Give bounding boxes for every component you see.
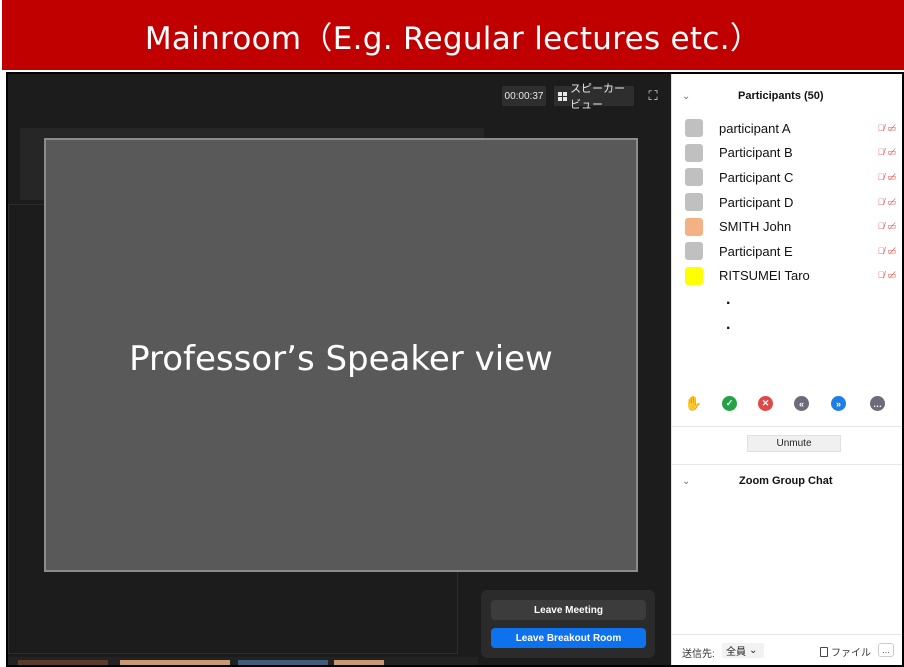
fullscreen-icon: ⛶ [648,88,658,103]
participant-row[interactable]: Participant E 🎙̸▭̸ [672,239,902,264]
chevron-down-icon[interactable]: ⌄ [682,91,690,102]
chevron-down-icon[interactable]: ⌄ [682,476,690,487]
participant-row[interactable]: Participant D 🎙̸▭̸ [672,190,902,215]
zoom-window: 00:00:37 スピーカービュー ⛶ Professor’s Speaker … [6,72,904,667]
chat-more-button[interactable]: ... [878,643,894,657]
muted-video-off-icon: 🎙̸▭̸ [877,221,899,232]
more-icon[interactable]: … [870,396,885,411]
divider [672,464,902,465]
ellipsis-row: . [672,313,902,338]
side-panel: ⌄ Participants (50) participant A 🎙̸▭̸ P… [671,74,902,665]
speaker-view-video: Professor’s Speaker view [44,138,638,572]
participant-name: RITSUMEI Taro [719,268,810,284]
leave-menu: Leave Meeting Leave Breakout Room [481,590,655,658]
unmute-button[interactable]: Unmute [747,435,841,452]
send-to-label: 送信先: [682,649,715,660]
speaker-view-icon [558,91,567,101]
participant-name: Participant C [719,169,794,185]
muted-video-off-icon: 🎙̸▭̸ [877,245,899,256]
avatar [685,217,703,236]
muted-video-off-icon: 🎙̸▭̸ [877,270,899,281]
meeting-timer: 00:00:37 [502,86,546,106]
avatar [685,266,703,285]
ellipsis-dot: . [726,316,731,334]
yes-icon[interactable]: ✓ [722,396,737,411]
participant-row[interactable]: Participant B 🎙̸▭̸ [672,141,902,166]
avatar [685,168,703,187]
participant-row[interactable]: RITSUMEI Taro 🎙̸▭̸ [672,264,902,289]
participants-list: participant A 🎙̸▭̸ Participant B 🎙̸▭̸ Pa… [672,116,902,338]
recipient-select[interactable]: 全員 ⌄ [722,643,764,658]
speaker-view-button[interactable]: スピーカービュー [554,83,634,111]
ellipsis-row: . [672,288,902,313]
participants-header: ⌄ Participants (50) [672,86,902,106]
thumbnail-strip [8,657,478,665]
divider [672,426,902,427]
raise-hand-icon[interactable]: ✋ [685,395,702,411]
chat-title: Zoom Group Chat [739,475,833,487]
participant-name: SMITH John [719,219,792,235]
muted-video-off-icon: 🎙̸▭̸ [877,147,899,158]
slide-title-banner: Mainroom（E.g. Regular lectures etc.） [2,0,904,70]
file-icon [820,646,828,657]
avatar [685,193,703,212]
leave-breakout-room-button[interactable]: Leave Breakout Room [491,628,646,648]
avatar [685,119,703,138]
speaker-view-label-text: Professor’s Speaker view [129,339,553,379]
chevron-down-icon: ⌄ [749,645,758,656]
participant-row[interactable]: participant A 🎙̸▭̸ [672,116,902,141]
speaker-view-label: スピーカービュー [570,83,625,111]
participant-name: Participant B [719,145,793,161]
video-area: 00:00:37 スピーカービュー ⛶ Professor’s Speaker … [8,74,671,665]
avatar [685,242,703,261]
file-button[interactable]: ファイル [820,644,871,659]
participant-row[interactable]: Participant C 🎙̸▭̸ [672,165,902,190]
chat-footer: 送信先: 全員 ⌄ ファイル ... [672,634,902,665]
avatar [685,143,703,162]
go-faster-icon[interactable]: » [831,396,846,411]
ellipsis-dot: . [726,291,731,309]
no-icon[interactable]: ✕ [758,396,773,411]
participant-name: Participant E [719,243,793,259]
participant-name: participant A [719,120,791,136]
timer-text: 00:00:37 [504,90,544,102]
participant-row[interactable]: SMITH John 🎙̸▭̸ [672,214,902,239]
reactions-bar: ✋ ✓ ✕ « » … [672,395,902,416]
slide-title: Mainroom（E.g. Regular lectures etc.） [144,20,762,57]
muted-video-off-icon: 🎙̸▭̸ [877,122,899,133]
leave-meeting-button[interactable]: Leave Meeting [491,600,646,620]
fullscreen-button[interactable]: ⛶ [646,86,660,106]
go-slower-icon[interactable]: « [794,396,809,411]
chat-header: ⌄ Zoom Group Chat [672,470,902,492]
muted-video-off-icon: 🎙̸▭̸ [877,196,899,207]
file-label: ファイル [831,648,871,659]
recipient-value: 全員 [726,647,746,658]
participants-title: Participants (50) [738,90,824,102]
muted-video-off-icon: 🎙̸▭̸ [877,171,899,182]
participant-name: Participant D [719,194,794,210]
